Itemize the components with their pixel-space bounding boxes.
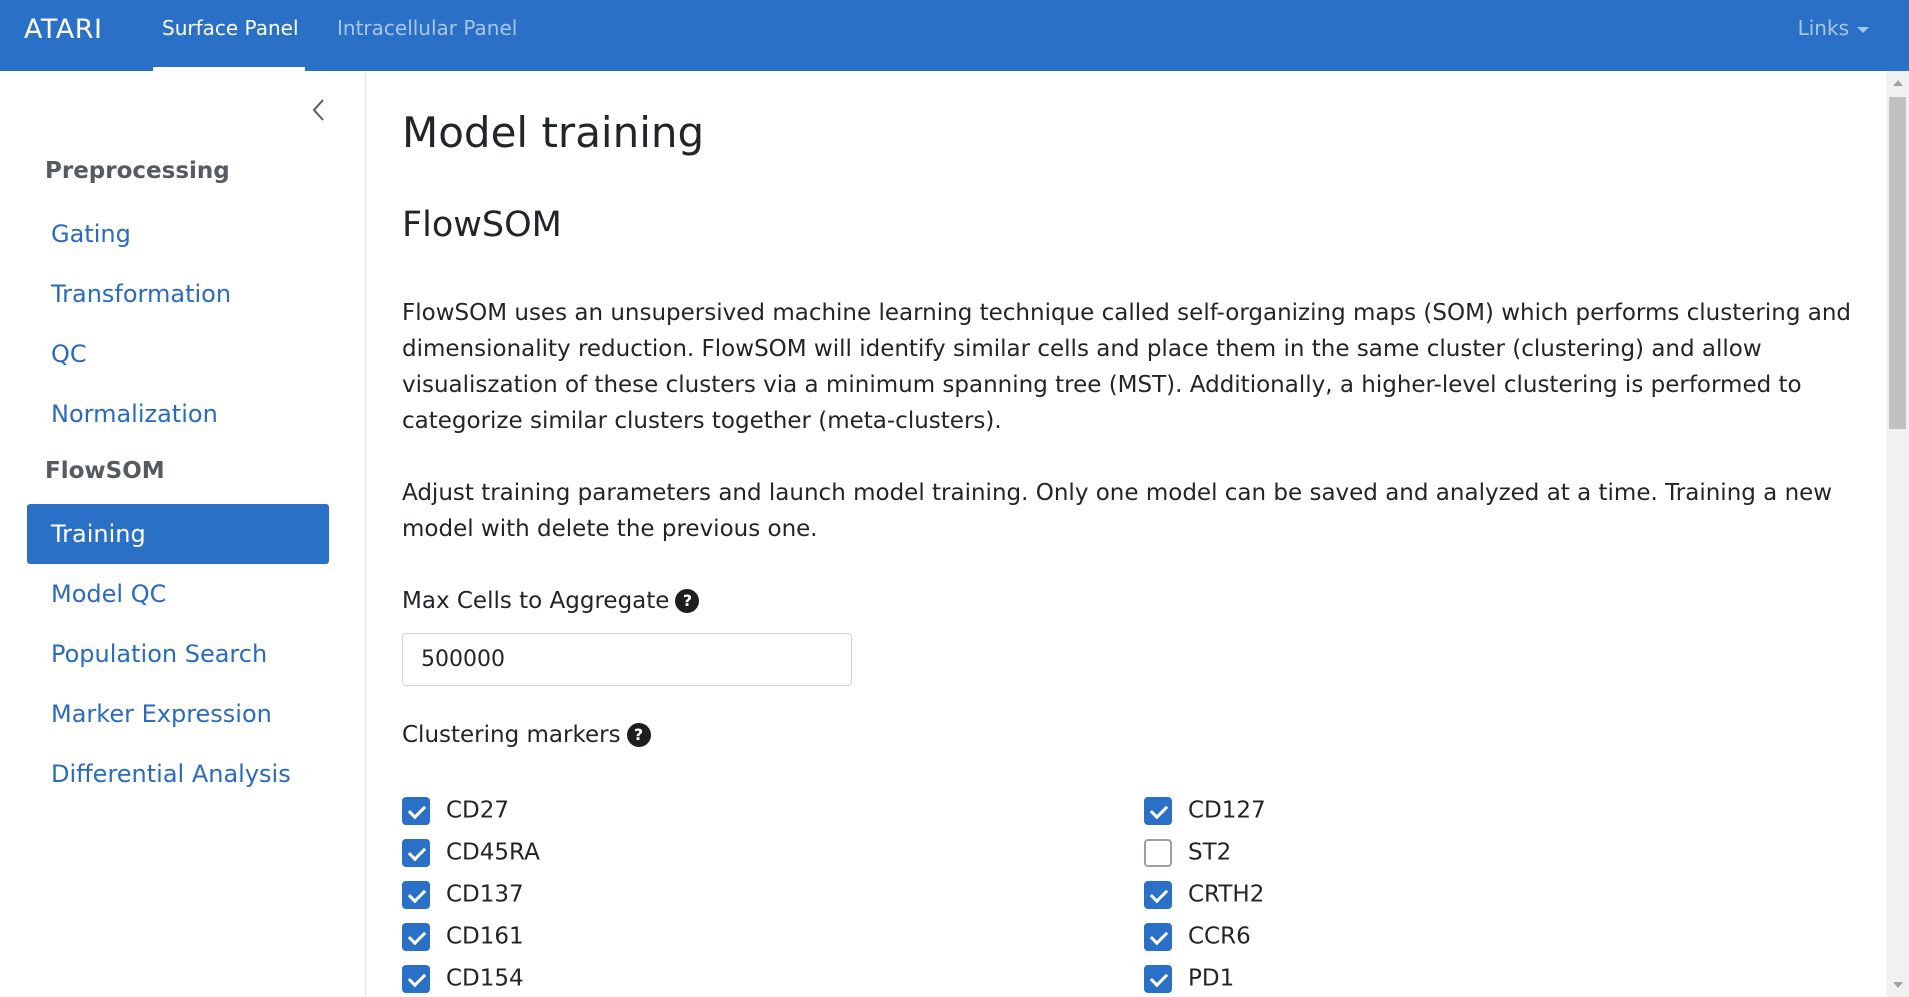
tab-surface-panel[interactable]: Surface Panel: [162, 16, 299, 40]
marker-label: CCR6: [1188, 923, 1251, 950]
sidebar-item-population-search[interactable]: Population Search: [27, 624, 329, 684]
scroll-up-arrow-icon[interactable]: [1893, 80, 1903, 86]
marker-checkbox-cd127[interactable]: CD127: [1144, 797, 1266, 827]
checkbox-checked[interactable]: [1144, 923, 1172, 951]
marker-label: CD154: [446, 965, 524, 992]
marker-label: CD45RA: [446, 839, 540, 866]
max-cells-input[interactable]: [402, 633, 852, 686]
sidebar-item-transformation[interactable]: Transformation: [27, 264, 329, 324]
clustering-markers-label: Clustering markers: [402, 722, 621, 748]
checkbox-checked[interactable]: [402, 839, 430, 867]
sidebar-item-qc[interactable]: QC: [27, 324, 329, 384]
sidebar-collapse-button[interactable]: [308, 95, 330, 125]
sidebar: Preprocessing Gating Transformation QC N…: [0, 71, 366, 997]
marker-label: CD127: [1188, 797, 1266, 824]
sidebar-section-flowsom: FlowSOM: [45, 458, 165, 484]
checkbox-checked[interactable]: [402, 881, 430, 909]
chevron-left-icon: [312, 99, 324, 121]
marker-checkbox-cd161[interactable]: CD161: [402, 923, 524, 953]
sidebar-item-normalization[interactable]: Normalization: [27, 384, 329, 444]
max-cells-label: Max Cells to Aggregate: [402, 588, 670, 614]
tab-intracellular-panel[interactable]: Intracellular Panel: [337, 16, 517, 40]
sidebar-section-preprocessing: Preprocessing: [45, 158, 230, 184]
sidebar-item-gating[interactable]: Gating: [27, 204, 329, 264]
marker-checkbox-pd1[interactable]: PD1: [1144, 965, 1234, 995]
marker-checkbox-cd154[interactable]: CD154: [402, 965, 524, 995]
brand-logo[interactable]: ATARI: [24, 14, 102, 45]
checkbox-checked[interactable]: [1144, 797, 1172, 825]
marker-label: ST2: [1188, 839, 1232, 866]
marker-checkbox-st2[interactable]: ST2: [1144, 839, 1231, 869]
marker-checkbox-cd27[interactable]: CD27: [402, 797, 509, 827]
checkbox-unchecked[interactable]: [1144, 839, 1172, 867]
scroll-down-arrow-icon[interactable]: [1893, 982, 1903, 988]
question-circle-icon[interactable]: ?: [626, 723, 651, 747]
checkbox-checked[interactable]: [402, 797, 430, 825]
marker-label: CD27: [446, 797, 510, 824]
sidebar-item-marker-expression[interactable]: Marker Expression: [27, 684, 329, 744]
page-scrollbar[interactable]: [1886, 71, 1909, 997]
checkbox-checked[interactable]: [402, 965, 430, 993]
sidebar-item-model-qc[interactable]: Model QC: [27, 564, 329, 624]
section-title: FlowSOM: [402, 205, 562, 245]
main-content: Model training FlowSOM FlowSOM uses an u…: [366, 71, 1886, 997]
marker-label: PD1: [1188, 965, 1235, 992]
checkbox-checked[interactable]: [1144, 965, 1172, 993]
description-paragraph: FlowSOM uses an unsupersived machine lea…: [402, 300, 1852, 434]
marker-label: CD137: [446, 881, 524, 908]
links-label: Links: [1797, 16, 1849, 40]
page-title: Model training: [402, 108, 705, 157]
sidebar-item-training[interactable]: Training: [27, 504, 329, 564]
question-circle-icon[interactable]: ?: [675, 589, 700, 613]
marker-label: CRTH2: [1188, 881, 1265, 908]
marker-checkbox-cd137[interactable]: CD137: [402, 881, 524, 911]
scrollbar-thumb[interactable]: [1889, 97, 1906, 429]
caret-down-icon: [1857, 26, 1869, 33]
marker-label: CD161: [446, 923, 524, 950]
checkbox-checked[interactable]: [1144, 881, 1172, 909]
instructions-paragraph: Adjust training parameters and launch mo…: [402, 480, 1833, 542]
links-dropdown[interactable]: Links: [1798, 16, 1869, 40]
max-cells-label-group: Max Cells to Aggregate?: [402, 588, 700, 614]
sidebar-item-differential-analysis[interactable]: Differential Analysis: [27, 744, 329, 804]
marker-checkbox-crth2[interactable]: CRTH2: [1144, 881, 1264, 911]
top-navbar: ATARI Surface Panel Intracellular Panel …: [0, 0, 1909, 71]
clustering-markers-label-group: Clustering markers?: [402, 722, 651, 748]
checkbox-checked[interactable]: [402, 923, 430, 951]
marker-checkbox-ccr6[interactable]: CCR6: [1144, 923, 1251, 953]
marker-checkbox-cd45ra[interactable]: CD45RA: [402, 839, 540, 869]
